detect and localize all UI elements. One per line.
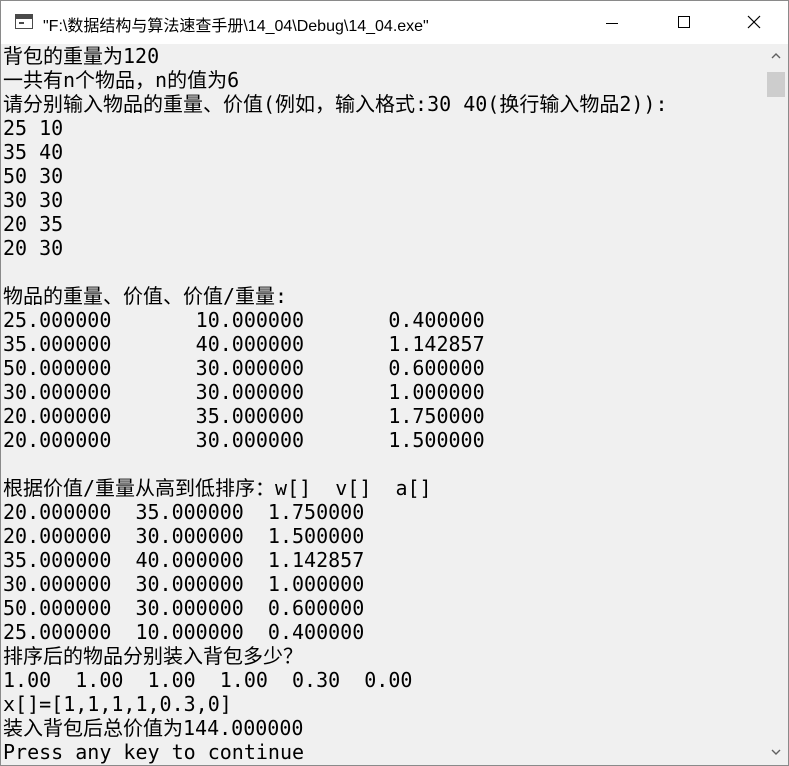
console-line: 根据价值/重量从高到低排序：w[] v[] a[]	[3, 476, 432, 500]
console-line: 30.000000 30.000000 1.000000	[3, 572, 365, 596]
console-line: 20.000000 35.000000 1.750000	[3, 404, 485, 428]
console-line: 20 35	[3, 212, 64, 236]
console-text: 背包的重量为120 一共有n个物品，n的值为6 请分别输入物品的重量、价值(例如，输…	[1, 44, 763, 764]
console-line: 50.000000 30.000000 0.600000	[3, 356, 485, 380]
console-line: 20 30	[3, 236, 64, 260]
console-line: 25.000000 10.000000 0.400000	[3, 620, 365, 644]
console-line: 35.000000 40.000000 1.142857	[3, 548, 365, 572]
console-line: 50.000000 30.000000 0.600000	[3, 596, 365, 620]
console-line: 30.000000 30.000000 1.000000	[3, 380, 485, 404]
scroll-down-button[interactable]	[764, 741, 788, 765]
console-line: 1.00 1.00 1.00 1.00 0.30 0.00	[3, 668, 413, 692]
console-line: 25.000000 10.000000 0.400000	[3, 308, 485, 332]
maximize-icon	[678, 16, 690, 28]
maximize-button[interactable]	[661, 1, 707, 44]
console-line: Press any key to continue	[3, 740, 305, 764]
chevron-down-icon	[771, 749, 781, 755]
console-line: 装入背包后总价值为144.000000	[3, 716, 304, 740]
close-icon	[747, 15, 761, 29]
console-line: 30 30	[3, 188, 64, 212]
console-window: "F:\数据结构与算法速查手册\14_04\Debug\14_04.exe" 背…	[0, 0, 789, 766]
console-output[interactable]: 背包的重量为120 一共有n个物品，n的值为6 请分别输入物品的重量、价值(例如，输…	[1, 44, 763, 765]
console-line: 请分别输入物品的重量、价值(例如，输入格式:30 40(换行输入物品2)):	[3, 92, 668, 116]
console-line: 20.000000 30.000000 1.500000	[3, 428, 485, 452]
scroll-up-button[interactable]	[764, 44, 788, 68]
console-line: 20.000000 30.000000 1.500000	[3, 524, 365, 548]
console-line: 一共有n个物品，n的值为6	[3, 68, 240, 92]
console-line: 50 30	[3, 164, 64, 188]
console-line: x[]=[1,1,1,1,0.3,0]	[3, 692, 232, 716]
console-line: 35 40	[3, 140, 64, 164]
console-line: 20.000000 35.000000 1.750000	[3, 500, 365, 524]
scroll-thumb[interactable]	[767, 72, 785, 97]
console-line: 35.000000 40.000000 1.142857	[3, 332, 485, 356]
console-line: 25 10	[3, 116, 64, 140]
minimize-icon	[606, 23, 618, 24]
vertical-scrollbar[interactable]	[764, 44, 788, 765]
title-bar[interactable]: "F:\数据结构与算法速查手册\14_04\Debug\14_04.exe"	[1, 1, 788, 44]
console-line: 排序后的物品分别装入背包多少？	[3, 644, 303, 668]
window-title: "F:\数据结构与算法速查手册\14_04\Debug\14_04.exe"	[43, 18, 429, 35]
minimize-button[interactable]	[589, 1, 635, 44]
console-line: 物品的重量、价值、价值/重量:	[3, 284, 288, 308]
close-button[interactable]	[731, 1, 777, 44]
chevron-up-icon	[771, 53, 781, 59]
console-line: 背包的重量为120	[3, 44, 160, 68]
console-window-icon[interactable]	[15, 14, 33, 29]
